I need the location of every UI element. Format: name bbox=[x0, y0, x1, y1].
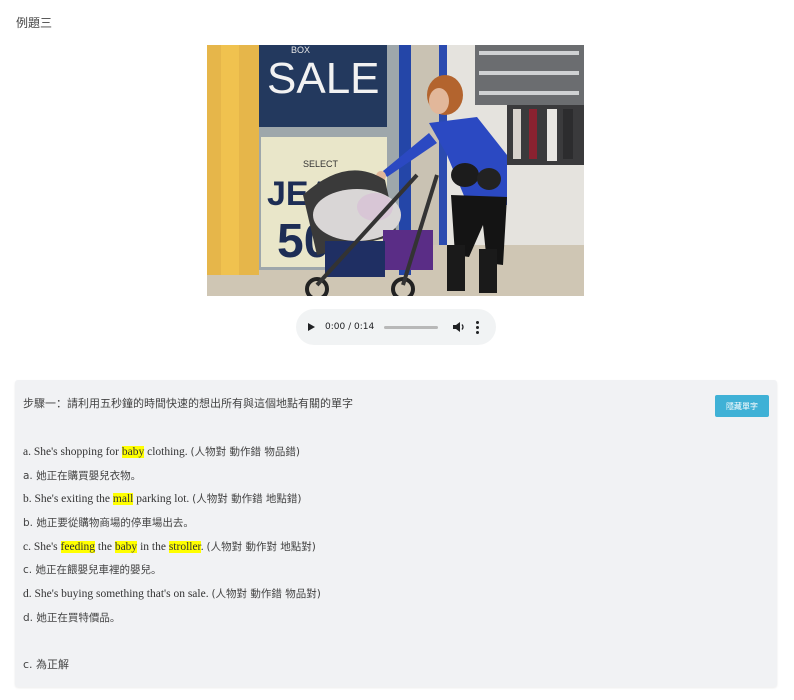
option-d-en: d. She's buying something that's on sale… bbox=[23, 588, 321, 601]
store-scene-illustration: BOX SALE SELECT JEANS 50 bbox=[207, 45, 584, 296]
keyword-highlight: mall bbox=[112, 493, 134, 506]
audio-progress-track[interactable] bbox=[384, 325, 439, 329]
option-a-en: a. She's shopping for baby clothing. (人物… bbox=[23, 446, 300, 458]
example-title: 例題三 bbox=[16, 16, 53, 30]
options-list: a. She's shopping for baby clothing. (人物… bbox=[23, 440, 321, 630]
play-icon[interactable] bbox=[308, 323, 315, 331]
option-b-en: b. She's exiting the mall parking lot. (… bbox=[23, 493, 302, 506]
store-photo: BOX SALE SELECT JEANS 50 bbox=[207, 45, 584, 296]
volume-icon[interactable] bbox=[452, 321, 466, 333]
keyword-highlight: baby bbox=[121, 446, 145, 458]
answer-text: c. 為正解 bbox=[23, 658, 70, 671]
vocabulary-panel: 步驟一：請利用五秒鐘的時間快速的想出所有與這個地點有關的單字 隱藏單字 a. S… bbox=[15, 380, 777, 687]
more-options-icon[interactable] bbox=[476, 320, 480, 334]
option-c-zh: c. 她正在餵嬰兒車裡的嬰兒。 bbox=[23, 564, 162, 577]
option-b-zh: b. 她正要從購物商場的停車場出去。 bbox=[23, 517, 194, 530]
keyword-highlight: feeding bbox=[60, 540, 96, 553]
keyword-highlight: baby bbox=[114, 540, 138, 553]
step-instruction: 步驟一：請利用五秒鐘的時間快速的想出所有與這個地點有關的單字 bbox=[23, 397, 353, 410]
audio-time: 0:00 / 0:14 bbox=[325, 322, 375, 332]
audio-player[interactable]: 0:00 / 0:14 bbox=[296, 309, 496, 345]
keyword-highlight: stroller bbox=[168, 540, 201, 553]
hide-words-button[interactable]: 隱藏單字 bbox=[715, 395, 769, 417]
sign-select-text: SELECT bbox=[303, 159, 339, 169]
option-d-zh: d. 她正在買特價品。 bbox=[23, 611, 121, 624]
option-c-en: c. She's feeding the baby in the strolle… bbox=[23, 540, 316, 553]
sign-sale-text: SALE bbox=[267, 54, 380, 103]
option-a-zh: a. 她正在購買嬰兒衣物。 bbox=[23, 469, 142, 482]
